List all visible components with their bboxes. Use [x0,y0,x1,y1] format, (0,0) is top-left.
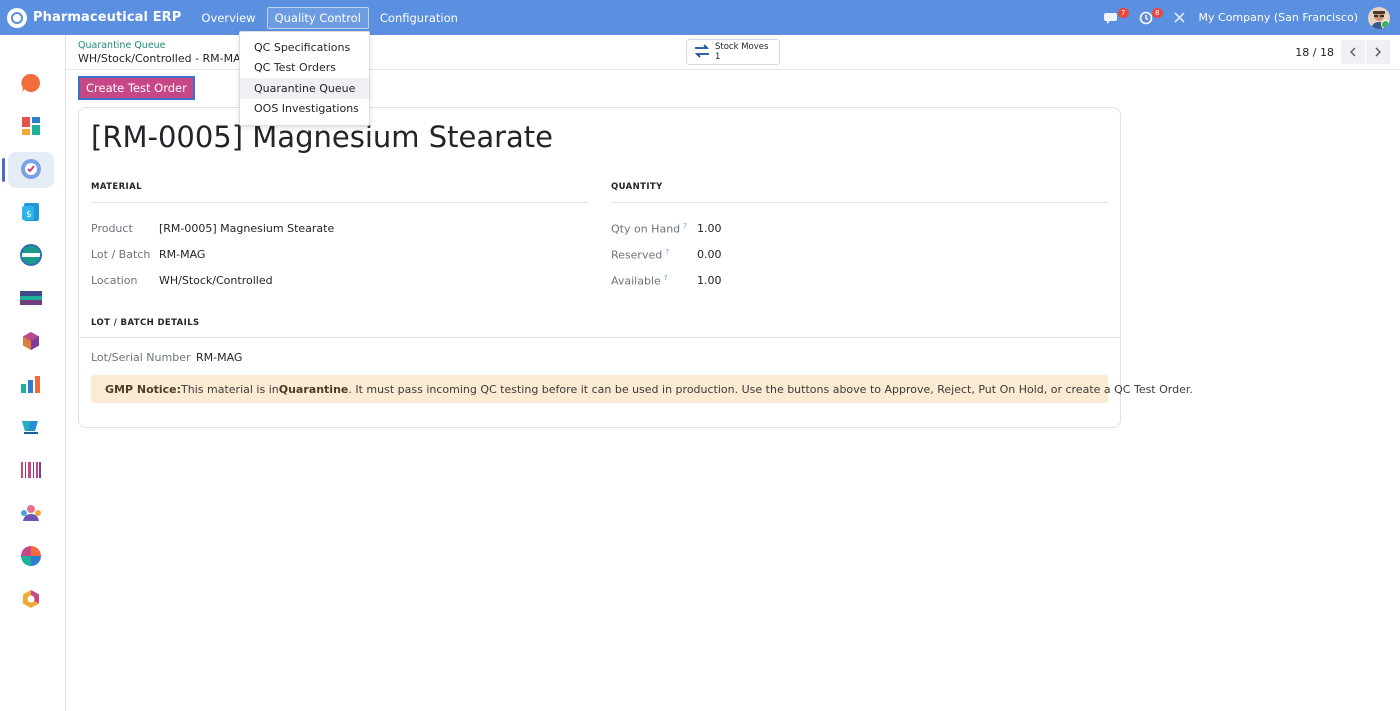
serial-number-field[interactable]: RM-MAG [196,351,242,364]
employees-app-icon[interactable] [19,501,43,525]
material-section-heading: MATERIAL [91,182,142,192]
stock-moves-count: 1 [715,52,721,62]
invoicing-app-icon[interactable]: $ [19,200,43,224]
menu-configuration[interactable]: Configuration [372,7,466,29]
help-tooltip-icon[interactable]: ? [665,248,669,256]
quality-control-dropdown: QC Specifications QC Test Orders Quarant… [239,31,370,126]
notice-emphasis: Quarantine [278,382,349,396]
available-label-text: Available [611,274,661,288]
lot-label: Lot / Batch [91,248,151,261]
sidebar-active-indicator [2,158,5,182]
qty-on-hand-value: 1.00 [697,222,722,235]
app-logo-icon [7,7,27,28]
company-switcher[interactable]: My Company (San Francisco) [1199,11,1358,24]
notice-text-2: . It must pass incoming QC testing befor… [348,382,1193,396]
debug-tools-icon[interactable] [1169,7,1191,29]
top-navbar: Pharmaceutical ERP Overview Quality Cont… [0,0,1400,35]
activity-clock-icon[interactable]: 8 [1135,7,1163,29]
product-field[interactable]: [RM-0005] Magnesium Stearate [159,222,334,235]
location-field[interactable]: WH/Stock/Controlled [159,274,273,287]
menu-item-qc-specifications[interactable]: QC Specifications [240,37,369,58]
systray: 7 8 My Company (San Francisco) [1089,0,1390,35]
notice-prefix: GMP Notice: [105,382,182,396]
quality-app-icon[interactable] [19,157,43,181]
quantity-divider [611,202,1108,203]
breadcrumb-parent-link[interactable]: Quarantine Queue [78,40,166,51]
menu-item-qc-test-orders[interactable]: QC Test Orders [240,58,369,79]
reserved-label-text: Reserved [611,248,663,262]
accounting-app-icon[interactable] [19,286,43,310]
brand[interactable]: Pharmaceutical ERP [7,7,182,28]
record-pager: 18 / 18 [1295,39,1390,65]
lot-details-section-heading: LOT / BATCH DETAILS [91,318,200,328]
quantity-section-heading: QUANTITY [611,182,663,192]
product-label: Product [91,222,133,235]
create-test-order-button[interactable]: Create Test Order [78,76,195,100]
serial-number-label: Lot/Serial Number [91,351,191,364]
pager-next-button[interactable] [1366,40,1390,64]
inventory-app-icon[interactable] [19,243,43,267]
brand-name: Pharmaceutical ERP [33,10,182,25]
smart-button-text: Stock Moves 1 [715,42,768,62]
planning-app-icon[interactable] [19,544,43,568]
main-menu: Overview Quality Control Configuration [193,6,468,29]
barcode-app-icon[interactable] [19,458,43,482]
svg-text:$: $ [26,210,32,220]
material-divider [91,202,588,203]
chevron-left-icon [1350,47,1356,57]
form-sheet: [RM-0005] Magnesium Stearate MATERIAL QU… [78,107,1193,428]
location-label: Location [91,274,138,287]
pager-value[interactable]: 18 / 18 [1295,46,1334,59]
discuss-app-icon[interactable] [19,71,43,95]
app-sidebar: $ [0,35,66,711]
breadcrumb-current: WH/Stock/Controlled - RM-MAG [78,52,249,65]
dashboards-app-icon[interactable] [19,114,43,138]
menu-overview[interactable]: Overview [193,7,263,29]
menu-item-oos-investigations[interactable]: OOS Investigations [240,99,369,120]
pager-previous-button[interactable] [1341,40,1365,64]
activity-badge: 8 [1152,7,1163,18]
settings-app-icon[interactable] [19,587,43,611]
help-tooltip-icon[interactable]: ? [664,274,668,282]
lot-details-divider [79,337,1120,338]
available-value: 1.00 [697,274,722,287]
reporting-app-icon[interactable] [19,372,43,396]
lot-field[interactable]: RM-MAG [159,248,205,261]
stock-moves-smart-button[interactable]: Stock Moves 1 [686,39,780,65]
transfer-arrows-icon [693,43,711,62]
messages-badge: 7 [1118,7,1129,18]
reserved-label: Reserved? [611,248,669,262]
notice-text-1: This material is in [181,382,279,396]
menu-quality-control[interactable]: Quality Control [266,6,369,29]
menu-item-quarantine-queue[interactable]: Quarantine Queue [240,78,369,99]
purchase-app-icon[interactable] [19,415,43,439]
manufacturing-app-icon[interactable] [19,329,43,353]
qty-on-hand-label: Qty on Hand? [611,222,687,236]
qty-on-hand-label-text: Qty on Hand [611,222,681,236]
gmp-notice-alert: GMP Notice: This material is in Quaranti… [91,375,1193,403]
available-label: Available? [611,274,668,288]
stock-moves-label: Stock Moves [715,42,769,52]
reserved-value: 0.00 [697,248,722,261]
help-tooltip-icon[interactable]: ? [683,222,687,230]
chevron-right-icon [1375,47,1381,57]
user-avatar[interactable] [1368,6,1390,29]
messages-icon[interactable]: 7 [1101,7,1129,29]
